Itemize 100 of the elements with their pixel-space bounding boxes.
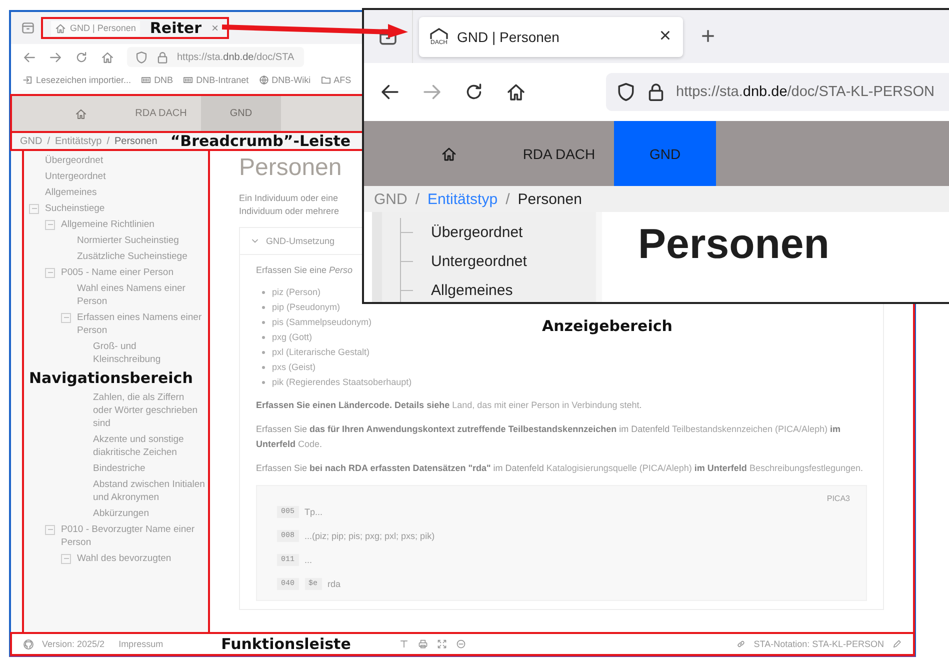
navigation-item[interactable]: Übergeordnet — [431, 224, 523, 241]
breadcrumb-link[interactable]: Personen — [518, 190, 582, 208]
instruction-text: Erfassen Sie bei nach RDA erfassten Datensätzen "rda" im Datenfeld Katalogisierungsquelle (PICA/Aleph) im Unterfeld Beschreibungsfestlegungen. — [256, 462, 864, 475]
collapse-toggle[interactable] — [61, 554, 71, 564]
forward-button[interactable] — [49, 50, 62, 64]
browser-tab[interactable]: GND | Personen — [51, 20, 140, 36]
version-text: Version: 2025/2 — [42, 639, 105, 649]
text-size-button[interactable] — [398, 639, 409, 649]
navigation-item[interactable]: Abstand zwischen Initialen und Akronymen — [93, 478, 205, 504]
forward-button[interactable] — [422, 82, 442, 102]
collapse-toggle[interactable] — [45, 268, 55, 278]
reload-button[interactable] — [464, 82, 484, 102]
text-link[interactable]: Katalogisierungsquelle (PICA/Aleph) — [546, 463, 692, 473]
bullet-icon — [262, 306, 265, 309]
address-bar[interactable]: https://sta.dnb.de/doc/STA-KL-PERSON — [606, 73, 949, 111]
home-icon — [75, 108, 87, 120]
text-link[interactable]: Teilbestandskennzeichen (PICA/Aleph) — [672, 424, 828, 434]
bookmark-item[interactable]: DNB — [141, 75, 174, 85]
breadcrumb-link[interactable]: Personen — [114, 136, 158, 146]
navigation-item[interactable]: Allgemeines — [431, 282, 513, 299]
bullet-icon — [262, 336, 265, 339]
text-link[interactable]: Code — [298, 439, 320, 449]
home-icon — [441, 146, 457, 162]
comment-button[interactable] — [456, 639, 466, 649]
folder-icon — [320, 75, 331, 85]
nav-tab[interactable]: GND — [201, 95, 281, 132]
breadcrumb-link[interactable]: Entitätstyp — [428, 190, 498, 208]
annotation-label: Reiter — [150, 19, 202, 37]
collapse-toggle[interactable] — [61, 312, 71, 322]
edit-button[interactable] — [892, 639, 902, 649]
breadcrumb-link[interactable]: Entitätstyp — [55, 136, 102, 146]
bullet-icon — [262, 291, 265, 294]
navigation-item[interactable]: Erfassen eines Namens einer Person — [77, 310, 205, 336]
nav-tab[interactable]: GND — [614, 121, 716, 186]
house-logo-icon — [55, 22, 66, 34]
close-tab-button[interactable]: × — [211, 21, 218, 35]
list-link[interactable]: pik (Regierendes Staatsoberhaupt) — [272, 375, 412, 390]
navigation-item[interactable]: P010 - Bevorzugter Name einer Person — [61, 522, 205, 548]
list-link[interactable]: pip (Pseudonym) — [272, 300, 340, 315]
lock-icon — [646, 82, 666, 102]
navigation-item[interactable]: Wahl eines Namens einer Person — [77, 282, 205, 308]
breadcrumb-link[interactable]: GND — [20, 136, 42, 146]
annotation-label: “Breadcrumb”-Leiste — [170, 132, 351, 150]
navigation-item[interactable]: Wahl des bevorzugten — [77, 552, 172, 564]
link-icon — [736, 639, 746, 649]
intro-text: Ein Individuum oder eine — [239, 192, 338, 205]
list-link[interactable]: pis (Sammelpseudonym) — [272, 315, 372, 330]
bookmark-item[interactable]: AFS — [320, 75, 352, 85]
annotation-label: Anzeigebereich — [542, 317, 672, 335]
navigation-item[interactable]: Zusätzliche Sucheinstiege — [77, 250, 188, 262]
globe-icon — [258, 75, 269, 85]
breadcrumb-separator: / — [47, 136, 50, 146]
tab-title: GND | Personen — [70, 23, 136, 33]
navigation-item[interactable]: Abkürzungen — [93, 506, 149, 520]
list-link[interactable]: pxs (Geist) — [272, 360, 316, 375]
page-heading: Personen — [638, 220, 830, 269]
field-value: rda — [328, 579, 341, 589]
tab-title: GND | Personen — [457, 28, 560, 44]
nav-tab[interactable]: RDA DACH — [504, 121, 614, 186]
navigation-item[interactable]: Untergeordnet — [45, 170, 106, 182]
back-button[interactable] — [380, 82, 400, 102]
navigation-item[interactable]: Bindestriche — [93, 462, 146, 474]
field-value: Tp... — [304, 507, 323, 517]
bookmark-item[interactable]: Lesezeichen importier... — [23, 75, 132, 85]
fullscreen-button[interactable] — [436, 639, 447, 649]
intro-text: Individuum oder mehrere — [239, 205, 340, 218]
home-button[interactable] — [506, 82, 526, 102]
address-bar[interactable]: https://sta.dnb.de/doc/STA — [127, 47, 304, 67]
print-button[interactable] — [418, 639, 428, 649]
accordion-header[interactable]: GND-Umsetzung — [240, 228, 345, 254]
lock-icon — [156, 50, 169, 64]
navigation-item[interactable]: Zahlen, die als Ziffern oder Wörter geschrieben sind — [93, 390, 205, 430]
nav-tab[interactable]: RDA DACH — [121, 95, 201, 132]
navigation-item[interactable]: Untergeordnet — [431, 253, 527, 270]
navigation-item[interactable]: Akzente und sonstige diakritische Zeichen — [93, 432, 205, 458]
text-link[interactable]: Beschreibungsfestlegungen — [749, 463, 861, 473]
bookmark-item[interactable]: DNB-Wiki — [258, 75, 311, 85]
navigation-item[interactable]: Groß- und Kleinschreibung — [93, 340, 205, 366]
navigation-item[interactable]: Normierter Sucheinstieg — [77, 234, 179, 246]
navigation-item[interactable]: Sucheinstiege — [45, 202, 105, 214]
collapse-toggle[interactable] — [45, 220, 55, 230]
navigation-item[interactable]: Allgemeines — [45, 186, 97, 198]
bookmark-item[interactable]: DNB-Intranet — [183, 75, 249, 85]
list-link[interactable]: pxl (Literarische Gestalt) — [272, 345, 370, 360]
sidebar-button[interactable] — [21, 21, 35, 35]
navigation-item[interactable]: P005 - Name einer Person — [61, 266, 174, 278]
navigation-item[interactable]: Übergeordnet — [45, 154, 104, 166]
bullet-icon — [262, 351, 265, 354]
text-link[interactable]: Land, das mit einer Person in Verbindung steht — [452, 400, 640, 410]
collapse-toggle[interactable] — [45, 524, 55, 534]
new-tab-button[interactable]: + — [701, 22, 716, 50]
imprint-link[interactable]: Impressum — [118, 639, 164, 649]
navigation-item[interactable]: Allgemeine Richtlinien — [61, 218, 154, 230]
list-link[interactable]: pxg (Gott) — [272, 330, 312, 345]
list-link[interactable]: piz (Person) — [272, 285, 321, 300]
notation-text: STA-Notation: STA-KL-PERSON — [754, 639, 884, 649]
close-tab-button[interactable]: × — [659, 25, 671, 48]
collapse-toggle[interactable] — [29, 204, 39, 214]
breadcrumb-link[interactable]: GND — [374, 190, 408, 208]
format-label: PICA3 — [826, 494, 850, 503]
